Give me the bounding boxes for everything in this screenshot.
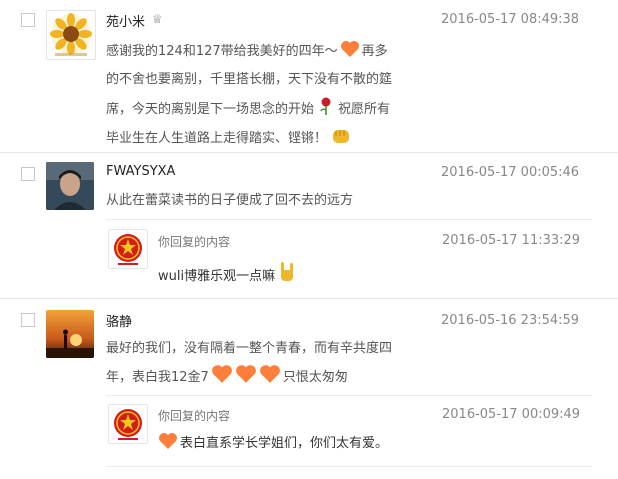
person-photo-icon [46, 162, 94, 210]
reply-time: 2016-05-17 00:09:49 [442, 407, 581, 422]
reply-time: 2016-05-17 11:33:29 [442, 233, 581, 248]
comment-text-line: 感谢我的124和127带给我美好的四年～ 再多 [106, 40, 388, 59]
heart-emoji-icon [235, 365, 256, 383]
comment-text-line: 的不舍也要离别，千里搭长棚，天下没有不散的筵 [106, 72, 393, 87]
rock-hand-emoji-icon [281, 262, 294, 281]
comment-divider [0, 152, 618, 153]
sunflower-avatar-icon [50, 13, 92, 56]
reply-divider [106, 219, 592, 220]
select-checkbox-comment-2[interactable] [21, 167, 35, 181]
select-checkbox-comment-3[interactable] [21, 313, 35, 327]
comment-time: 2016-05-17 00:05:46 [441, 165, 580, 180]
fist-emoji-icon [333, 130, 350, 143]
reply-label: 你回复的内容 [158, 409, 231, 423]
comment-text-line: 毕业生在人生道路上走得踏实、铿锵！ [106, 124, 352, 146]
league-badge-icon [114, 234, 142, 265]
comment-text-line: 席，今天的离别是下一场思念的开始 祝愿所有 [106, 96, 390, 117]
reply-divider [106, 395, 592, 396]
heart-emoji-icon [340, 41, 359, 57]
avatar-league-badge [108, 404, 148, 444]
medal-icon: ♕ [152, 12, 163, 26]
select-checkbox-comment-1[interactable] [21, 13, 35, 27]
commenter-name[interactable]: FWAYSYXA [106, 164, 175, 179]
commenter-name[interactable]: 苑小米 [106, 11, 145, 30]
avatar-sunset-silhouette [46, 310, 94, 358]
reply-label: 你回复的内容 [158, 235, 231, 249]
sunset-photo-icon [46, 310, 94, 358]
heart-emoji-icon [159, 433, 177, 449]
avatar-league-badge [108, 229, 148, 269]
comment-text-line: 年，表白我12金7 只恨太匆匆 [106, 364, 348, 385]
league-badge-icon [114, 409, 142, 440]
heart-emoji-icon [259, 365, 280, 383]
rose-emoji-icon [320, 97, 331, 115]
comment-text-line: 最好的我们，没有隔着一整个青春，而有辛共度四 [106, 341, 393, 356]
reply-divider [106, 466, 592, 467]
avatar-dark-photo [46, 162, 94, 210]
comment-divider [0, 298, 618, 299]
reply-text: 表白直系学长学姐们，你们太有爱。 [158, 432, 388, 451]
comment-text-line: 从此在蕾菜读书的日子便成了回不去的远方 [106, 193, 354, 208]
avatar-sunflower [46, 10, 96, 60]
commenter-name[interactable]: 骆静 [106, 311, 132, 330]
heart-emoji-icon [211, 365, 232, 383]
reply-text: wuli博雅乐观一点嘛 [158, 260, 297, 284]
comment-time: 2016-05-16 23:54:59 [441, 313, 580, 328]
comment-time: 2016-05-17 08:49:38 [441, 12, 580, 27]
